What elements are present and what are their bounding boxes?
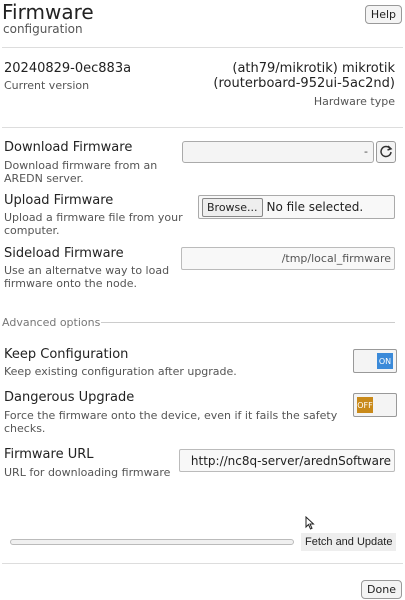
sideload-firmware-desc: Use an alternatve way to load firmware o… xyxy=(4,264,170,290)
upload-file-input[interactable]: Browse... No file selected. xyxy=(198,195,395,219)
toggle-on-indicator: ON xyxy=(377,353,393,369)
hardware-type-line1: (ath79/mikrotik) mikrotik xyxy=(232,61,395,76)
keep-configuration-desc: Keep existing configuration after upgrad… xyxy=(4,365,237,378)
advanced-options-divider xyxy=(101,322,395,323)
page-subtitle: configuration xyxy=(3,22,83,36)
upload-firmware-title: Upload Firmware xyxy=(4,193,114,208)
dangerous-upgrade-desc: Force the firmware onto the device, even… xyxy=(4,409,338,435)
divider xyxy=(2,563,403,564)
hardware-type-value: (ath79/mikrotik) mikrotik (routerboard-9… xyxy=(213,61,395,91)
keep-configuration-title: Keep Configuration xyxy=(4,347,129,362)
download-firmware-title: Download Firmware xyxy=(4,140,133,155)
divider xyxy=(2,127,403,128)
dangerous-upgrade-toggle[interactable]: OFF xyxy=(353,393,397,417)
hardware-type-line2: (routerboard-952ui-5ac2nd) xyxy=(213,76,395,91)
advanced-options-label: Advanced options xyxy=(2,316,101,329)
browse-button[interactable]: Browse... xyxy=(202,197,263,217)
toggle-off-indicator: OFF xyxy=(357,397,373,413)
upgrade-progress-bar xyxy=(10,539,294,545)
sideload-firmware-title: Sideload Firmware xyxy=(4,246,124,261)
download-firmware-select[interactable]: - xyxy=(182,141,374,163)
firmware-url-desc: URL for downloading firmware xyxy=(4,466,171,479)
fetch-and-update-button[interactable]: Fetch and Update xyxy=(301,533,397,551)
download-firmware-desc: Download firmware from an AREDN server. xyxy=(4,159,158,185)
current-version-label: Current version xyxy=(4,79,90,92)
select-caret-icon: - xyxy=(364,145,368,158)
hardware-type-label: Hardware type xyxy=(313,95,395,108)
sideload-path-input[interactable]: /tmp/local_firmware xyxy=(181,247,395,270)
upload-firmware-desc: Upload a firmware file from your compute… xyxy=(4,211,183,237)
page-title: Firmware xyxy=(2,0,94,24)
dangerous-upgrade-title: Dangerous Upgrade xyxy=(4,390,135,405)
refresh-button[interactable] xyxy=(376,141,396,163)
file-status-text: No file selected. xyxy=(266,200,364,214)
refresh-icon xyxy=(379,143,393,162)
divider xyxy=(2,47,403,48)
current-version-value: 20240829-0ec883a xyxy=(4,61,132,76)
firmware-url-title: Firmware URL xyxy=(4,447,94,462)
done-button[interactable]: Done xyxy=(361,580,402,599)
keep-configuration-toggle[interactable]: ON xyxy=(353,349,397,373)
help-button[interactable]: Help xyxy=(364,5,402,24)
mouse-cursor-icon xyxy=(305,515,315,534)
firmware-url-input[interactable]: http://nc8q-server/arednSoftware xyxy=(179,449,395,472)
